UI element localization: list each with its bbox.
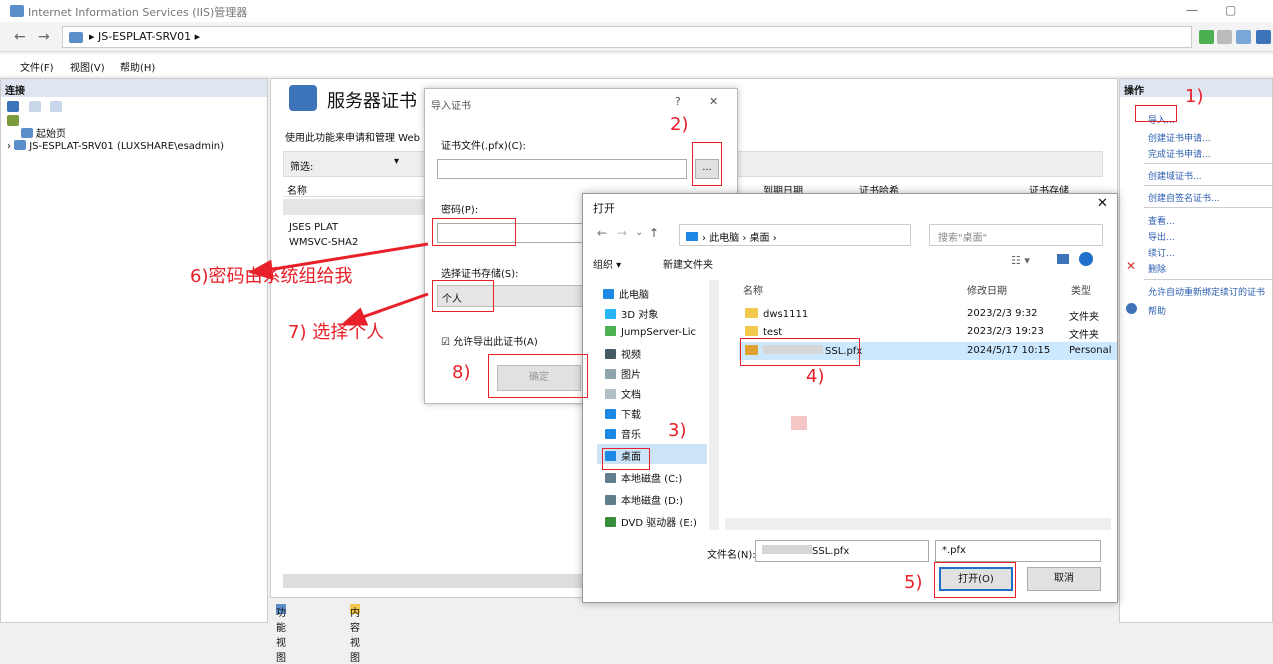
arrowhead-password xyxy=(248,259,274,281)
arrow-store xyxy=(359,292,429,320)
arrowhead-store xyxy=(340,307,369,326)
annotation-arrows xyxy=(248,242,429,326)
arrow-password xyxy=(267,242,429,272)
